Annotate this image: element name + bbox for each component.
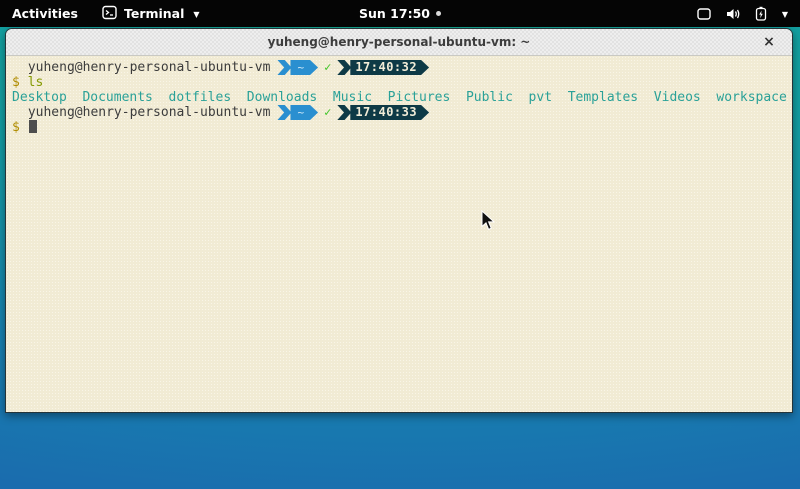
prompt-time-segment: 17:40:33 [350,105,429,120]
prompt-time-segment: 17:40:32 [350,60,429,75]
app-menu-label: Terminal [124,6,184,21]
command-text: ls [28,75,44,90]
battery-charging-icon [755,6,767,21]
prompt-line: yuheng@henry-personal-ubuntu-vm ~ ✓ 17:4… [12,105,792,120]
chevron-down-icon: ▼ [193,10,199,19]
screen-icon [696,7,712,21]
powerline-chevron-icon [337,60,351,75]
top-bar: Activities Terminal ▼ Sun 17:50 [0,0,800,27]
terminal-icon [102,5,117,23]
prompt-path-segment: ~ [290,60,318,75]
prompt-user: yuheng@henry-personal-ubuntu-vm [20,105,270,120]
prompt-path-segment: ~ [290,105,318,120]
mouse-cursor-icon [481,210,495,235]
prompt-user: yuheng@henry-personal-ubuntu-vm [20,60,270,75]
status-check-icon: ✓ [324,105,331,120]
activities-button[interactable]: Activities [0,0,90,27]
system-status-area[interactable]: ▼ [684,0,800,27]
chevron-down-icon: ▼ [782,10,788,19]
terminal-window: yuheng@henry-personal-ubuntu-vm: ~ × yuh… [5,28,793,413]
powerline-chevron-icon [337,105,351,120]
prompt-line: yuheng@henry-personal-ubuntu-vm ~ ✓ 17:4… [12,60,792,75]
prompt-dollar: $ [12,75,20,90]
notification-dot [436,11,441,16]
clock-label: Sun 17:50 [359,6,430,21]
volume-icon [725,7,742,21]
input-line: $ [12,120,792,135]
activities-label: Activities [12,6,78,21]
terminal-screen[interactable]: yuheng@henry-personal-ubuntu-vm ~ ✓ 17:4… [6,56,792,412]
terminal-cursor [29,120,37,133]
close-button[interactable]: × [760,33,778,51]
status-check-icon: ✓ [324,60,331,75]
prompt-dollar: $ [12,120,20,135]
window-titlebar[interactable]: yuheng@henry-personal-ubuntu-vm: ~ × [6,29,792,56]
powerline-chevron-icon [277,105,291,120]
window-title: yuheng@henry-personal-ubuntu-vm: ~ [268,35,531,49]
powerline-chevron-icon [277,60,291,75]
command-line: $ ls [12,75,792,90]
app-menu-terminal[interactable]: Terminal ▼ [90,0,212,27]
ls-output: Desktop Documents dotfiles Downloads Mus… [12,90,792,105]
clock-button[interactable]: Sun 17:50 [349,0,451,27]
